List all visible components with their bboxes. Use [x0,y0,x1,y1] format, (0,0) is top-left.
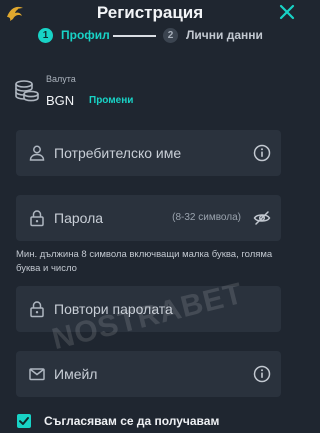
step-2-number: 2 [163,28,178,43]
password-placeholder: Парола [54,210,104,226]
consent-label: Съгласявам се да получавам [44,414,220,428]
consent-row: Съгласявам се да получавам [0,410,300,432]
password-field[interactable]: Парола (8-32 символа) [16,195,281,241]
registration-stepper: 1 Профил 2 Лични данни [0,26,300,48]
username-placeholder: Потребителско име [54,145,182,161]
user-icon [29,145,45,161]
header: Регистрация [0,0,300,26]
username-field[interactable]: Потребителско име [16,130,281,176]
step-1-label: Профил [61,28,110,42]
info-icon[interactable] [253,144,271,162]
currency-selector: Валута BGN Промени [0,70,300,110]
info-icon[interactable] [253,365,271,383]
repeat-password-field[interactable]: Повтори паролата [16,286,281,332]
password-requirements-text: Мин. дължина 8 символа включващи малка б… [16,249,273,274]
checkmark-icon [19,417,29,425]
step-connector [113,35,156,37]
page-title: Регистрация [96,3,204,22]
lock-icon [30,301,44,318]
lock-icon [30,210,44,227]
currency-value: BGN [46,93,75,108]
close-icon[interactable] [278,3,296,21]
email-field[interactable]: Имейл [16,351,281,397]
step-2-label: Лични данни [186,28,263,42]
currency-label: Валута [46,74,76,84]
change-currency-link[interactable]: Промени [89,95,133,106]
coins-icon [15,80,39,102]
step-1-number: 1 [38,28,53,43]
repeat-password-placeholder: Повтори паролата [54,301,173,317]
consent-checkbox[interactable] [17,414,31,428]
eye-slash-icon[interactable] [253,209,271,227]
password-length-hint: (8-32 символа) [172,212,241,223]
mail-icon [29,368,45,381]
email-placeholder: Имейл [54,366,98,382]
